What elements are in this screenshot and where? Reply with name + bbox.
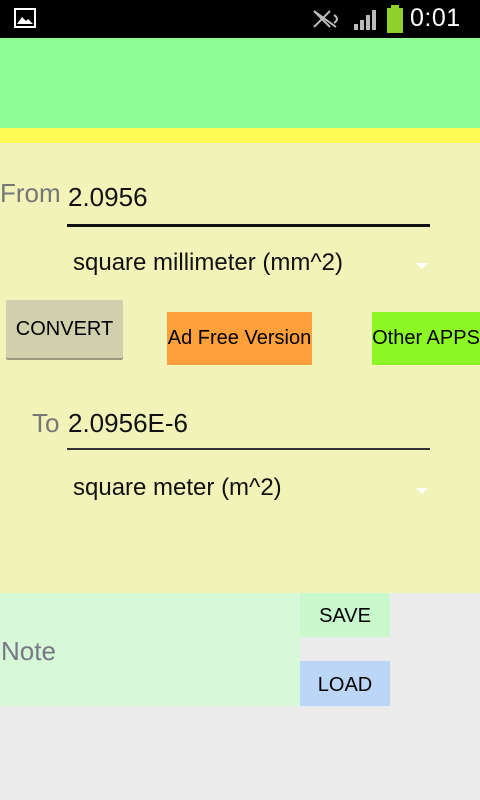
to-value-input[interactable]: 2.0956E-6 [67, 404, 430, 450]
to-unit-selected: square meter (m^2) [73, 474, 282, 501]
other-apps-button[interactable]: Other APPS [372, 312, 480, 365]
from-label: From [0, 178, 61, 208]
to-label: To [32, 408, 60, 438]
ad-free-version-button[interactable]: Ad Free Version [167, 312, 312, 365]
to-unit-dropdown[interactable]: square meter (m^2) [67, 468, 430, 512]
dropdown-arrow-icon [416, 488, 428, 494]
dropdown-arrow-icon [416, 263, 428, 269]
to-value-text: 2.0956E-6 [68, 408, 188, 438]
signal-icon [354, 10, 376, 30]
from-value-text: 2.0956 [68, 182, 148, 212]
from-unit-dropdown[interactable]: square millimeter (mm^2) [67, 243, 430, 287]
save-button[interactable]: SAVE [300, 593, 390, 637]
status-time: 0:01 [410, 4, 461, 32]
from-unit-selected: square millimeter (mm^2) [73, 249, 343, 276]
gallery-icon [14, 8, 36, 28]
convert-button[interactable]: CONVERT [6, 300, 123, 358]
divider-strip [0, 128, 480, 143]
note-placeholder: Note [1, 636, 56, 666]
status-bar: 0:01 [0, 0, 480, 38]
from-value-input[interactable]: 2.0956 [67, 178, 430, 227]
mute-icon [313, 10, 338, 28]
load-button[interactable]: LOAD [300, 661, 390, 706]
battery-icon [387, 5, 403, 33]
ad-banner [0, 38, 480, 128]
